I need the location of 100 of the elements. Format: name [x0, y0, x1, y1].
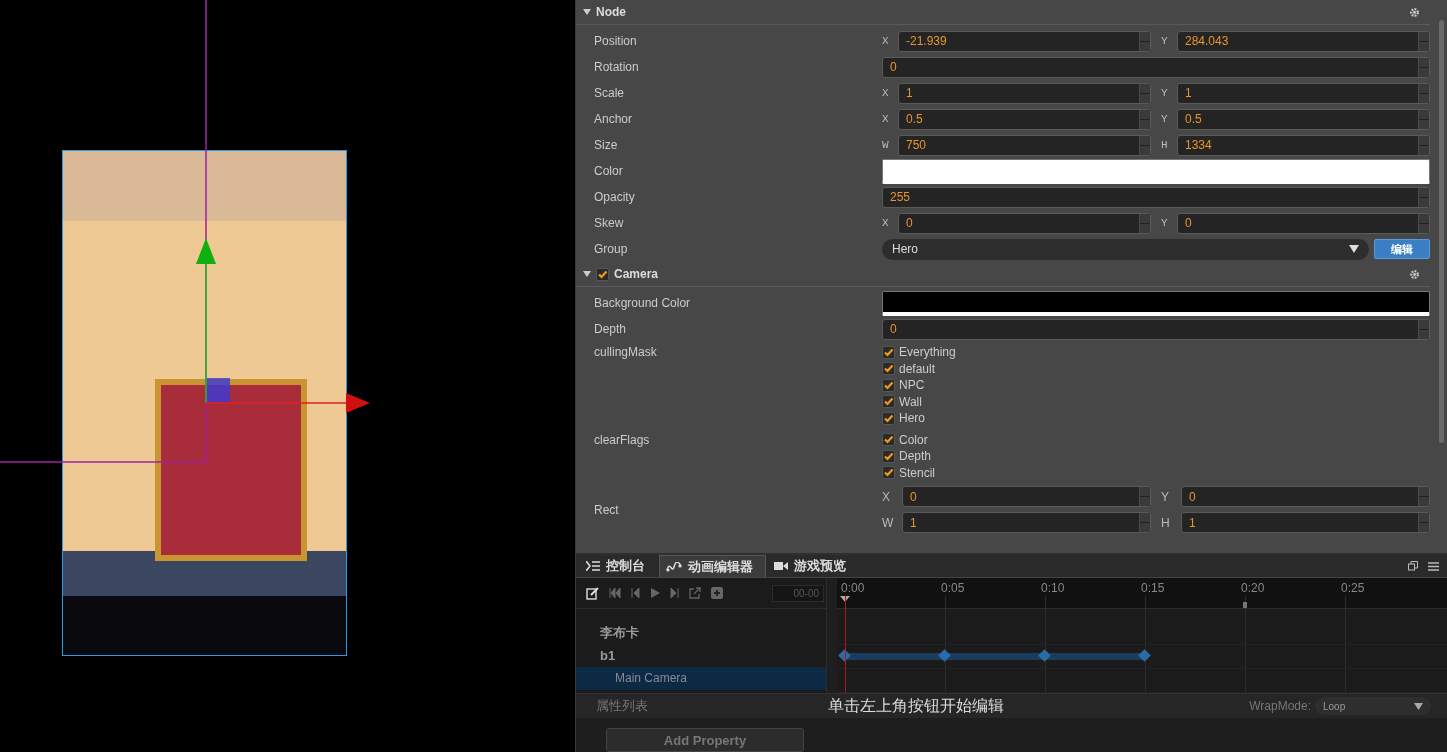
- number-field[interactable]: 0: [882, 56, 1430, 78]
- color-swatch[interactable]: [882, 290, 1430, 316]
- axis-label: W: [882, 139, 890, 151]
- external-link-icon[interactable]: [689, 587, 701, 599]
- play-icon[interactable]: [650, 588, 660, 598]
- number-field[interactable]: 0.5: [898, 108, 1151, 130]
- checkbox-label: Everything: [899, 345, 956, 360]
- edit-icon[interactable]: [586, 586, 599, 600]
- time-tick-label: 0:25: [1341, 581, 1365, 595]
- checkbox-label: Color: [899, 432, 928, 447]
- number-field[interactable]: 1: [1181, 512, 1430, 533]
- checkbox-label: Depth: [899, 449, 932, 464]
- axis-label: Y: [1161, 35, 1169, 47]
- wrap-mode-dropdown[interactable]: Loop: [1315, 697, 1431, 715]
- section-title: Node: [596, 5, 626, 19]
- axis-label: X: [882, 217, 890, 229]
- property-label: Position: [594, 34, 638, 48]
- collapse-arrow-icon[interactable]: [583, 8, 591, 16]
- dropdown-arrow-icon: [1414, 702, 1423, 710]
- checkbox-label: NPC: [899, 378, 925, 393]
- move-gizmo-drawing[interactable]: [196, 238, 370, 413]
- previous-frame-icon[interactable]: [631, 588, 640, 598]
- time-tick-label: 0:15: [1141, 581, 1165, 595]
- property-label: Anchor: [594, 112, 634, 126]
- property-list-label: 属性列表: [596, 697, 648, 715]
- add-icon[interactable]: [711, 587, 723, 599]
- checkbox[interactable]: [882, 411, 895, 425]
- dropdown-arrow-icon: [1349, 245, 1359, 253]
- property-label: Rotation: [594, 60, 640, 74]
- number-field[interactable]: 0: [1181, 486, 1430, 507]
- checkbox-label: Hero: [899, 411, 925, 426]
- checkbox[interactable]: [882, 466, 895, 480]
- component-checkbox[interactable]: [596, 267, 609, 281]
- property-label: Color: [594, 164, 624, 178]
- edit-button[interactable]: 编辑: [1374, 239, 1430, 259]
- list-icon: [586, 561, 600, 571]
- axis-label: X: [882, 113, 890, 125]
- skip-to-start-icon[interactable]: [609, 588, 621, 598]
- checkbox[interactable]: [882, 395, 895, 409]
- time-tick-label: 0:00: [841, 581, 865, 595]
- video-camera-icon: [774, 561, 788, 571]
- property-label: Skew: [594, 216, 625, 230]
- number-field[interactable]: 1: [898, 82, 1151, 104]
- property-label: Scale: [594, 86, 626, 100]
- node-track-item[interactable]: Main Camera: [576, 667, 826, 690]
- property-label: cullingMask: [594, 344, 658, 359]
- time-tick-label: 0:10: [1041, 581, 1065, 595]
- next-frame-icon[interactable]: [670, 588, 679, 598]
- property-label: Group: [594, 242, 629, 256]
- wrap-mode-label: WrapMode:: [1249, 699, 1311, 713]
- panel-tab[interactable]: 动画编辑器: [659, 555, 766, 577]
- end-marker-icon[interactable]: [1243, 602, 1247, 608]
- group-dropdown[interactable]: Hero: [882, 238, 1369, 260]
- menu-icon[interactable]: [1428, 561, 1439, 571]
- checkbox-label: default: [899, 361, 936, 376]
- panel-tab[interactable]: 游戏预览: [768, 555, 858, 577]
- time-tick-label: 0:20: [1241, 581, 1265, 595]
- axis-label: H: [1161, 515, 1171, 530]
- settings-icon[interactable]: [1409, 6, 1420, 18]
- checkbox[interactable]: [882, 449, 895, 463]
- axis-label: W: [882, 515, 895, 530]
- axis-label: Y: [1161, 217, 1169, 229]
- axis-label: Y: [1161, 87, 1169, 99]
- number-field[interactable]: 1: [1177, 82, 1430, 104]
- number-field[interactable]: -21.939: [898, 30, 1151, 52]
- checkbox[interactable]: [882, 345, 895, 359]
- scrollbar[interactable]: [1439, 20, 1444, 443]
- axis-label: X: [882, 87, 890, 99]
- number-field[interactable]: 0: [902, 486, 1151, 507]
- number-field[interactable]: 0: [1177, 212, 1430, 234]
- property-label: Background Color: [594, 296, 692, 310]
- number-field[interactable]: 255: [882, 186, 1430, 208]
- number-field[interactable]: 284.043: [1177, 30, 1430, 52]
- checkbox[interactable]: [882, 362, 895, 376]
- axis-label: X: [882, 35, 890, 47]
- number-field[interactable]: 0: [882, 318, 1430, 340]
- checkbox[interactable]: [882, 433, 895, 447]
- panel-tab[interactable]: 控制台: [580, 555, 657, 577]
- property-label: clearFlags: [594, 431, 651, 447]
- property-label: Rect: [594, 502, 620, 517]
- axis-label: X: [882, 489, 891, 504]
- property-label: Size: [594, 138, 619, 152]
- section-title: Camera: [614, 267, 659, 281]
- number-field[interactable]: 750: [898, 134, 1151, 156]
- checkbox-label: Stencil: [899, 465, 936, 480]
- number-field[interactable]: 0: [898, 212, 1151, 234]
- checkbox[interactable]: [882, 378, 895, 392]
- wave-icon: [666, 561, 682, 572]
- collapse-arrow-icon[interactable]: [583, 270, 591, 278]
- number-field[interactable]: 1: [902, 512, 1151, 533]
- settings-icon[interactable]: [1409, 268, 1420, 280]
- number-field[interactable]: 1334: [1177, 134, 1430, 156]
- number-field[interactable]: 0.5: [1177, 108, 1430, 130]
- property-label: Depth: [594, 322, 628, 336]
- axis-label: Y: [1161, 113, 1169, 125]
- restore-window-icon[interactable]: [1408, 561, 1418, 571]
- property-label: Opacity: [594, 190, 636, 204]
- axis-label: Y: [1161, 489, 1170, 504]
- color-swatch[interactable]: [882, 158, 1430, 184]
- hint-text: 单击左上角按钮开始编辑: [828, 695, 1004, 716]
